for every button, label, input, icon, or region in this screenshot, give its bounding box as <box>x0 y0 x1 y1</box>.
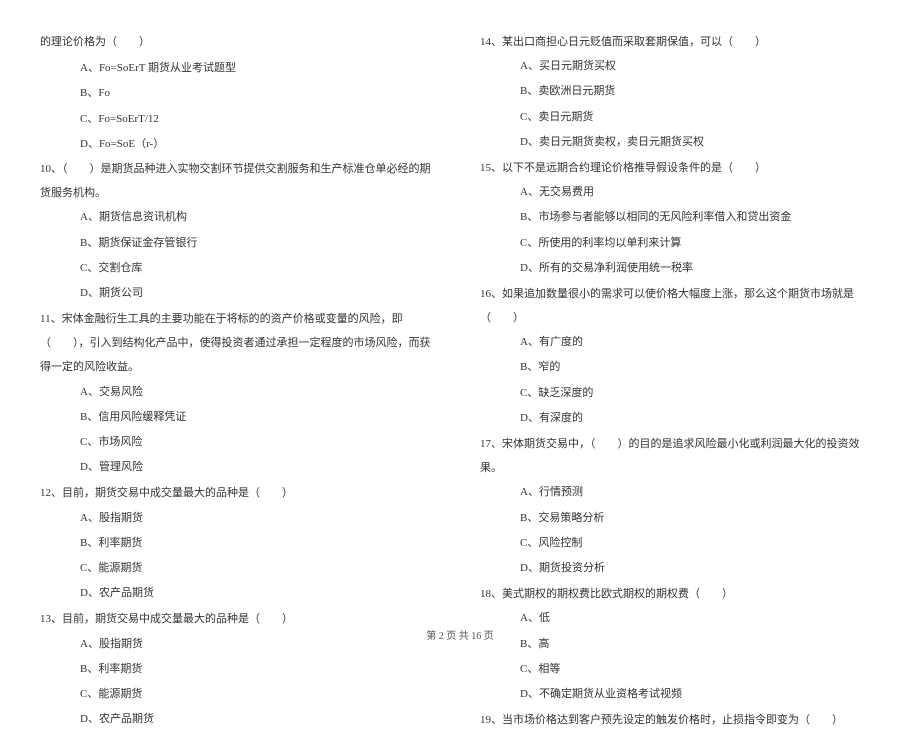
option-b: B、交易策略分析 <box>480 506 880 530</box>
option-d: D、不确定期货从业资格考试视频 <box>480 682 880 706</box>
question-body: 目前，期货交易中成交量最大的品种是（ ） <box>62 613 293 625</box>
question-body: 目前，期货交易中成交量最大的品种是（ ） <box>62 487 293 499</box>
option-b: B、市场参与者能够以相同的无风险利率借入和贷出资金 <box>480 205 880 229</box>
option-a: A、有广度的 <box>480 330 880 354</box>
question-text: 17、宋体期货交易中，（ ）的目的是追求风险最小化或利润最大化的投资效果。 <box>480 432 880 480</box>
option-c: C、风险控制 <box>480 531 880 555</box>
question-number: 16、 <box>480 288 502 300</box>
question-body: 宋体金融衍生工具的主要功能在于将标的的资产价格或变量的风险，即（ ），引入到结构… <box>40 313 431 373</box>
option-c: C、市场风险 <box>40 430 440 454</box>
intro-option-b: B、Fo <box>40 81 440 105</box>
option-c: C、能源期货 <box>40 556 440 580</box>
option-c: C、卖日元期货 <box>480 105 880 129</box>
question-number: 13、 <box>40 613 62 625</box>
option-c: C、能源期货 <box>40 682 440 706</box>
question-number: 18、 <box>480 588 502 600</box>
question-text: 15、以下不是远期合约理论价格推导假设条件的是（ ） <box>480 156 880 180</box>
question-text: 14、某出口商担心日元贬值而采取套期保值，可以（ ） <box>480 30 880 54</box>
question-10: 10、（ ）是期货品种进入实物交割环节提供交割服务和生产标准仓单必经的期货服务机… <box>40 157 440 305</box>
option-a: A、无交易费用 <box>480 180 880 204</box>
page-footer: 第 2 页 共 16 页 <box>0 627 920 642</box>
question-body: （ ）是期货品种进入实物交割环节提供交割服务和生产标准仓单必经的期货服务机构。 <box>40 163 431 199</box>
option-a: A、股指期货 <box>40 506 440 530</box>
question-14: 14、某出口商担心日元贬值而采取套期保值，可以（ ） A、买日元期货买权 B、卖… <box>480 30 880 154</box>
question-15: 15、以下不是远期合约理论价格推导假设条件的是（ ） A、无交易费用 B、市场参… <box>480 156 880 280</box>
option-a: A、行情预测 <box>480 480 880 504</box>
question-text: 18、美式期权的期权费比欧式期权的期权费（ ） <box>480 582 880 606</box>
question-text: 12、目前，期货交易中成交量最大的品种是（ ） <box>40 481 440 505</box>
option-b: B、利率期货 <box>40 657 440 681</box>
option-d: D、有深度的 <box>480 406 880 430</box>
question-text: 11、宋体金融衍生工具的主要功能在于将标的的资产价格或变量的风险，即（ ），引入… <box>40 307 440 380</box>
option-c: C、缺乏深度的 <box>480 381 880 405</box>
question-text: 10、（ ）是期货品种进入实物交割环节提供交割服务和生产标准仓单必经的期货服务机… <box>40 157 440 205</box>
option-d: D、卖日元期货卖权，卖日元期货买权 <box>480 130 880 154</box>
intro-option-d: D、Fo=SoE（r-） <box>40 132 440 156</box>
question-19: 19、当市场价格达到客户预先设定的触发价格时，止损指令即变为（ ） <box>480 708 880 732</box>
question-number: 10、 <box>40 163 62 175</box>
question-16: 16、如果追加数量很小的需求可以使价格大幅度上涨，那么这个期货市场就是（ ） A… <box>480 282 880 430</box>
question-body: 当市场价格达到客户预先设定的触发价格时，止损指令即变为（ ） <box>502 714 843 726</box>
option-b: B、信用风险缓释凭证 <box>40 405 440 429</box>
option-a: A、交易风险 <box>40 380 440 404</box>
question-number: 14、 <box>480 36 502 48</box>
intro-option-a: A、Fo=SoErT 期货从业考试题型 <box>40 56 440 80</box>
question-text: 19、当市场价格达到客户预先设定的触发价格时，止损指令即变为（ ） <box>480 708 880 732</box>
option-b: B、卖欧洲日元期货 <box>480 79 880 103</box>
question-13: 13、目前，期货交易中成交量最大的品种是（ ） A、股指期货 B、利率期货 C、… <box>40 607 440 731</box>
question-12: 12、目前，期货交易中成交量最大的品种是（ ） A、股指期货 B、利率期货 C、… <box>40 481 440 605</box>
option-d: D、管理风险 <box>40 455 440 479</box>
option-d: D、所有的交易净利润使用统一税率 <box>480 256 880 280</box>
option-b: B、窄的 <box>480 355 880 379</box>
question-number: 19、 <box>480 714 502 726</box>
question-body: 美式期权的期权费比欧式期权的期权费（ ） <box>502 588 733 600</box>
question-number: 17、 <box>480 438 502 450</box>
option-d: D、农产品期货 <box>40 581 440 605</box>
question-17: 17、宋体期货交易中，（ ）的目的是追求风险最小化或利润最大化的投资效果。 A、… <box>480 432 880 580</box>
question-11: 11、宋体金融衍生工具的主要功能在于将标的的资产价格或变量的风险，即（ ），引入… <box>40 307 440 479</box>
question-text: 16、如果追加数量很小的需求可以使价格大幅度上涨，那么这个期货市场就是（ ） <box>480 282 880 330</box>
question-number: 12、 <box>40 487 62 499</box>
option-d: D、期货投资分析 <box>480 556 880 580</box>
option-a: A、期货信息资讯机构 <box>40 205 440 229</box>
option-b: B、利率期货 <box>40 531 440 555</box>
question-body: 宋体期货交易中，（ ）的目的是追求风险最小化或利润最大化的投资效果。 <box>480 438 860 474</box>
question-18: 18、美式期权的期权费比欧式期权的期权费（ ） A、低 B、高 C、相等 D、不… <box>480 582 880 706</box>
option-c: C、所使用的利率均以单利来计算 <box>480 231 880 255</box>
question-number: 15、 <box>480 162 502 174</box>
question-body: 如果追加数量很小的需求可以使价格大幅度上涨，那么这个期货市场就是（ ） <box>480 288 854 324</box>
intro-text: 的理论价格为（ ） <box>40 30 440 54</box>
question-body: 以下不是远期合约理论价格推导假设条件的是（ ） <box>502 162 766 174</box>
question-number: 11、 <box>40 313 62 325</box>
option-d: D、期货公司 <box>40 281 440 305</box>
question-body: 某出口商担心日元贬值而采取套期保值，可以（ ） <box>502 36 766 48</box>
option-b: B、期货保证金存管银行 <box>40 231 440 255</box>
option-c: C、相等 <box>480 657 880 681</box>
option-c: C、交割仓库 <box>40 256 440 280</box>
intro-option-c: C、Fo=SoErT/12 <box>40 107 440 131</box>
option-d: D、农产品期货 <box>40 707 440 731</box>
option-a: A、买日元期货买权 <box>480 54 880 78</box>
